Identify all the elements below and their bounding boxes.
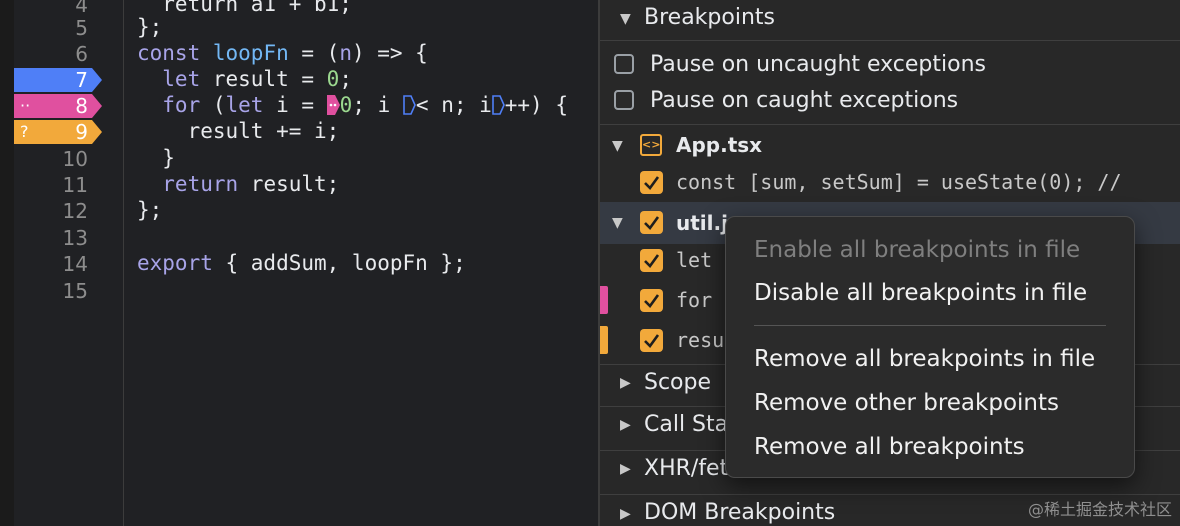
context-menu: Enable all breakpoints in file Disable a… [725, 216, 1135, 478]
inline-breakpoint-icon[interactable] [491, 95, 505, 115]
code-line: }; [137, 198, 163, 222]
breakpoint-code: let [676, 248, 713, 272]
menu-item-remove-all[interactable]: Remove all breakpoints [754, 434, 1025, 460]
code-line: }; [137, 15, 163, 39]
option-label: Pause on caught exceptions [650, 88, 959, 113]
checkbox-checked[interactable] [640, 249, 663, 272]
line-number[interactable]: 7 [30, 67, 88, 93]
function-name: loopFn [212, 41, 289, 65]
gutter-divider [123, 0, 124, 526]
checkbox[interactable] [614, 54, 634, 74]
checkbox-checked[interactable] [640, 211, 663, 234]
section-title: DOM Breakpoints [644, 500, 836, 525]
code-line: } [137, 146, 175, 170]
checkbox[interactable] [614, 90, 634, 110]
breakpoint-code: const [sum, setSum] = useState(0); // [676, 170, 1122, 194]
pause-uncaught-option[interactable]: Pause on uncaught exceptions [600, 50, 1180, 82]
keyword: let [137, 67, 201, 91]
code-line: for (let i = 0; i < n; i ++) { [137, 92, 568, 118]
section-title: Breakpoints [644, 5, 775, 30]
menu-item-disable-all-in-file[interactable]: Disable all breakpoints in file [754, 280, 1087, 306]
menu-separator [754, 325, 1106, 326]
code-line: const loopFn = (n) => { [137, 40, 428, 66]
number: 0 [339, 93, 353, 117]
keyword: let [225, 93, 264, 117]
code-line: let result = 0; [137, 66, 352, 92]
file-name: App.tsx [676, 133, 763, 157]
inline-breakpoint-icon[interactable] [403, 95, 416, 115]
breakpoint-item[interactable]: const [sum, setSum] = useState(0); // [600, 168, 1180, 200]
section-title: Call Sta [644, 412, 729, 437]
line-number[interactable]: 15 [30, 278, 88, 304]
code-text: ( [200, 93, 226, 117]
line-number[interactable]: 12 [30, 198, 88, 224]
breakpoints-section-header[interactable]: ▼ Breakpoints [600, 0, 1180, 40]
divider [600, 494, 1180, 495]
triangle-right-icon: ▶ [620, 375, 631, 391]
triangle-right-icon: ▶ [620, 506, 631, 522]
line-number[interactable]: 14 [30, 251, 88, 277]
menu-item-remove-other[interactable]: Remove other breakpoints [754, 390, 1059, 416]
code-text: ; [339, 67, 352, 91]
inline-breakpoint-logpoint-icon[interactable] [326, 95, 340, 115]
triangle-down-icon: ▼ [620, 11, 631, 27]
keyword: const [137, 41, 201, 65]
line-number[interactable]: 9 [30, 119, 88, 145]
code-text: = ( [288, 41, 340, 65]
line-number[interactable]: 10 [30, 146, 88, 172]
pause-caught-option[interactable]: Pause on caught exceptions [600, 86, 1180, 118]
line-number[interactable]: 11 [30, 172, 88, 198]
triangle-right-icon: ▶ [620, 461, 631, 477]
code-line: return result; [137, 171, 339, 197]
code-text: result; [238, 172, 340, 196]
divider [600, 40, 1180, 41]
code-text: ; i [352, 93, 403, 117]
divider [600, 124, 1180, 125]
code-text: i = [263, 93, 327, 117]
line-number[interactable]: 13 [30, 225, 88, 251]
code-editor[interactable]: 4 5 6 7 ·· 8 ? 9 10 11 12 13 14 15 retur… [0, 0, 598, 526]
code-text: < n; i [415, 93, 492, 117]
editor-left-strip [0, 0, 14, 526]
keyword: for [137, 93, 201, 117]
code-text: result = [200, 67, 327, 91]
code-text: ) => { [351, 41, 428, 65]
conditional-tag [600, 326, 608, 354]
number: 0 [326, 67, 340, 91]
code-file-icon: <> [640, 134, 662, 156]
line-number[interactable]: 8 [30, 93, 88, 119]
checkbox-checked[interactable] [640, 171, 663, 194]
triangle-down-icon: ▼ [612, 215, 623, 231]
triangle-right-icon: ▶ [620, 417, 631, 433]
watermark: @稀土掘金技术社区 [1027, 500, 1172, 519]
code-line: return a1 + b1; [137, 0, 352, 16]
line-number[interactable]: 5 [30, 15, 88, 41]
code-text: ++) { [504, 93, 568, 117]
keyword: export [137, 251, 213, 275]
menu-item-enable-all-in-file: Enable all breakpoints in file [754, 237, 1081, 263]
logpoint-glyph: ·· [20, 96, 31, 115]
breakpoint-file-group-app[interactable]: ▼ <> App.tsx [600, 130, 1180, 162]
code-line: export { addSum, loopFn }; [137, 250, 466, 276]
section-title: Scope [644, 370, 712, 395]
checkbox-checked[interactable] [640, 289, 663, 312]
breakpoint-code: for [676, 288, 713, 312]
keyword: return [137, 172, 239, 196]
triangle-down-icon: ▼ [612, 138, 623, 154]
breakpoint-code: resu [676, 328, 725, 352]
menu-item-remove-all-in-file[interactable]: Remove all breakpoints in file [754, 346, 1095, 372]
option-label: Pause on uncaught exceptions [650, 52, 987, 77]
checkbox-checked[interactable] [640, 329, 663, 352]
param: n [339, 41, 352, 65]
code-line: result += i; [137, 119, 340, 143]
logpoint-tag [600, 286, 608, 314]
section-title: XHR/fet [644, 456, 729, 481]
code-text: { addSum, loopFn }; [212, 251, 466, 275]
line-number[interactable]: 6 [30, 41, 88, 67]
conditional-glyph: ? [20, 122, 29, 141]
